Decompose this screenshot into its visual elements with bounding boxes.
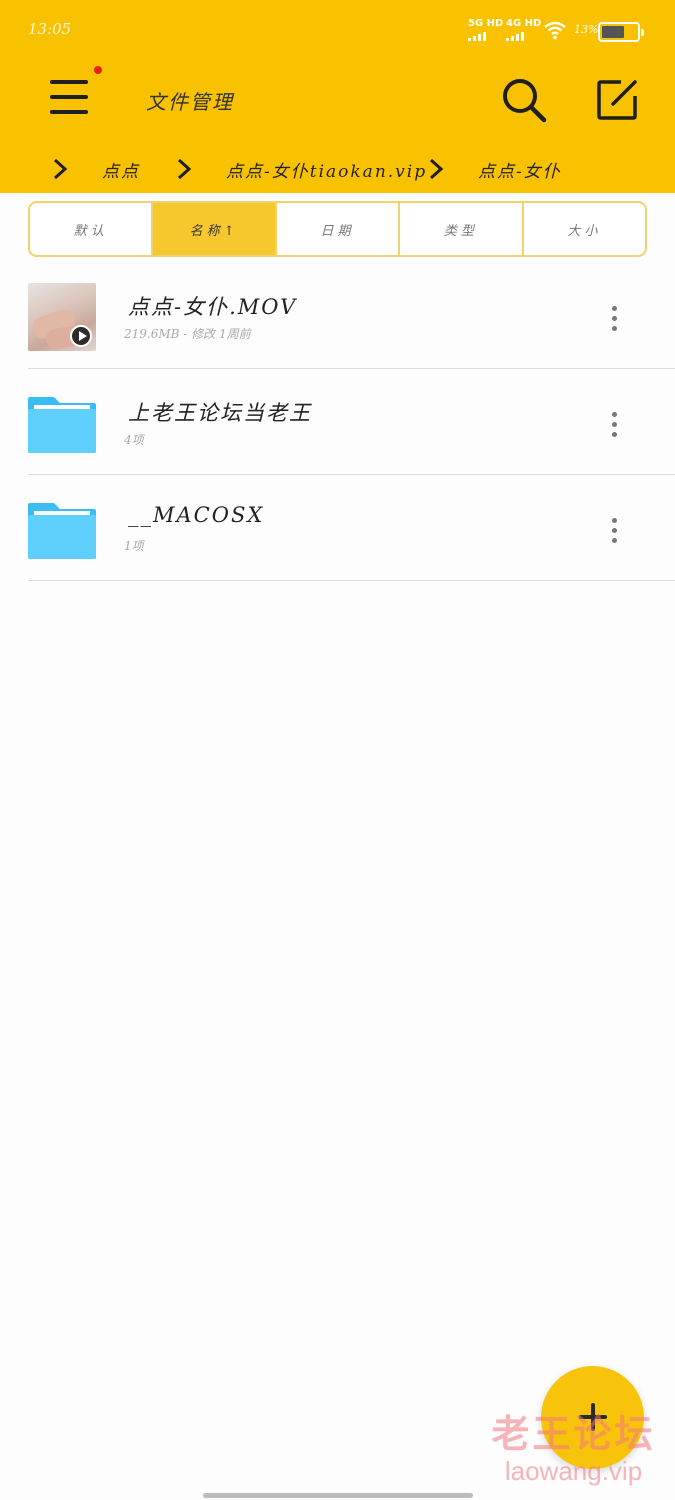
list-item[interactable]: 点点-女仆.MOV 219.6MB - 修改 1周前 <box>0 263 675 369</box>
page-title: 文件管理 <box>146 90 234 114</box>
breadcrumb-item[interactable]: 点点 <box>102 157 140 182</box>
signal-4g-indicator: 4G HD <box>506 18 541 41</box>
more-options-icon[interactable] <box>604 412 624 442</box>
file-meta: 4项 <box>124 433 144 447</box>
notification-dot <box>94 66 102 74</box>
file-name: 上老王论坛当老王 <box>128 401 312 425</box>
list-item[interactable]: 上老王论坛当老王 4项 <box>0 369 675 475</box>
search-icon[interactable] <box>500 76 548 124</box>
add-button[interactable] <box>541 1366 644 1469</box>
sort-tab-default[interactable]: 默认 <box>30 203 151 255</box>
sort-tab-date[interactable]: 日期 <box>274 203 398 255</box>
menu-button[interactable] <box>50 80 92 118</box>
battery-icon <box>598 22 644 42</box>
app-header: 13:05 5G HD 4G HD 13% 文件管理 点点 点点-女仆tiaok… <box>0 0 675 193</box>
breadcrumb-item[interactable]: 点点-女仆tiaokan.vip <box>226 157 427 182</box>
signal-5g-indicator: 5G HD <box>468 18 503 41</box>
breadcrumb: 点点 点点-女仆tiaokan.vip 点点-女仆 <box>0 148 675 188</box>
edit-icon[interactable] <box>595 78 639 122</box>
file-list: 点点-女仆.MOV 219.6MB - 修改 1周前 上老王论坛当老王 4项 _… <box>0 263 675 581</box>
signal-bars-icon <box>468 31 503 41</box>
home-indicator[interactable] <box>203 1493 473 1498</box>
file-name: __MACOSX <box>128 503 265 527</box>
wifi-icon <box>544 21 566 40</box>
list-item[interactable]: __MACOSX 1项 <box>0 475 675 581</box>
more-options-icon[interactable] <box>604 306 624 336</box>
divider <box>28 580 675 581</box>
signal-bars-icon <box>506 31 541 41</box>
status-bar: 13:05 5G HD 4G HD 13% <box>0 0 675 60</box>
sort-tab-size[interactable]: 大小 <box>521 203 645 255</box>
breadcrumb-item-current[interactable]: 点点-女仆 <box>478 157 562 182</box>
chevron-right-icon <box>177 158 192 180</box>
folder-icon <box>28 397 96 453</box>
more-options-icon[interactable] <box>604 518 624 548</box>
battery-level <box>602 26 625 38</box>
sort-bar: 默认 名称↑ 日期 类型 大小 <box>28 201 647 257</box>
chevron-right-icon <box>429 158 444 180</box>
status-time: 13:05 <box>28 20 72 38</box>
file-meta: 1项 <box>124 539 144 553</box>
chevron-right-icon <box>53 158 68 180</box>
folder-icon <box>28 503 96 559</box>
video-thumbnail <box>28 283 96 351</box>
play-icon <box>70 325 92 347</box>
file-meta: 219.6MB - 修改 1周前 <box>124 327 251 341</box>
file-name: 点点-女仆.MOV <box>128 295 298 319</box>
battery-percent: 13% <box>574 23 599 36</box>
sort-tab-type[interactable]: 类型 <box>398 203 521 255</box>
sort-tab-name[interactable]: 名称↑ <box>151 203 275 255</box>
